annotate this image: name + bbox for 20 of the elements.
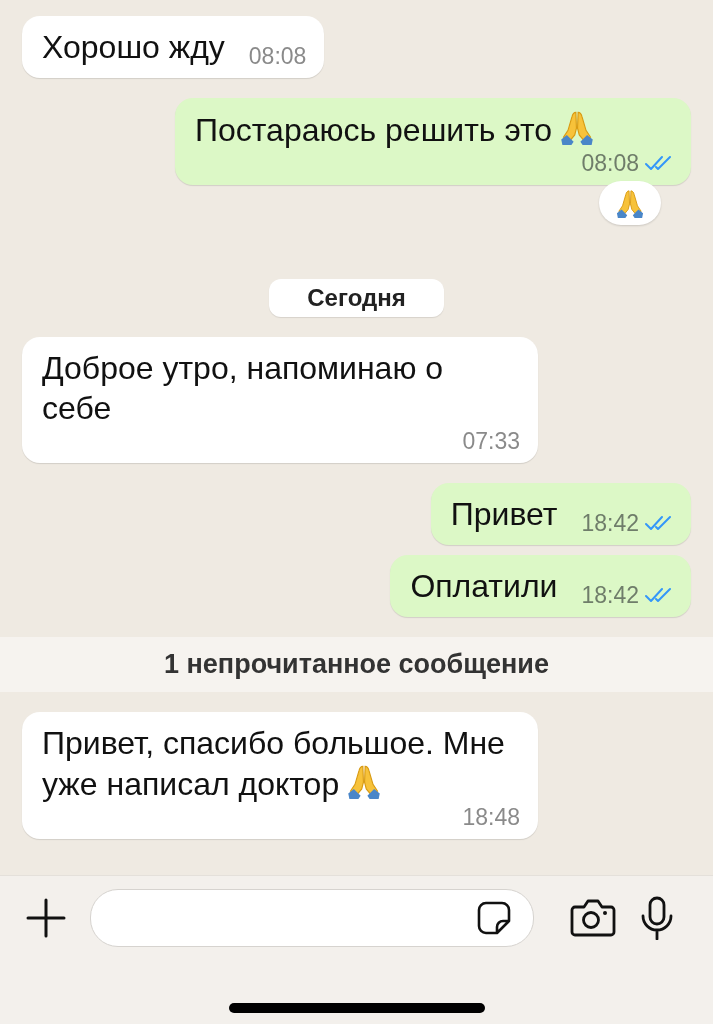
praying-hands-icon <box>616 188 644 218</box>
unread-banner: 1 непрочитанное сообщение <box>0 637 713 692</box>
message-text: Привет, спасибо большое. Мне уже написал доктор <box>42 724 506 804</box>
message-text: Постараюсь решить это <box>195 109 595 150</box>
message-input-field[interactable] <box>90 889 534 947</box>
message-time: 07:33 <box>462 428 520 454</box>
message-time: 08:08 <box>581 150 639 176</box>
date-label: Сегодня <box>269 279 444 317</box>
message-text: Доброе утро, напоминаю о себе <box>42 349 445 428</box>
message-text: Оплатили <box>410 567 558 606</box>
plus-icon[interactable] <box>26 898 66 938</box>
message-time: 18:42 <box>581 582 639 608</box>
message-text: Привет <box>450 495 558 534</box>
message-time: 18:42 <box>581 510 639 536</box>
message-text: Хорошо жду <box>42 28 225 67</box>
camera-icon[interactable] <box>570 899 616 937</box>
sticker-icon[interactable] <box>477 901 511 935</box>
message-time: 08:08 <box>248 43 307 69</box>
message-time: 18:48 <box>462 804 520 830</box>
microphone-icon[interactable] <box>640 896 674 940</box>
